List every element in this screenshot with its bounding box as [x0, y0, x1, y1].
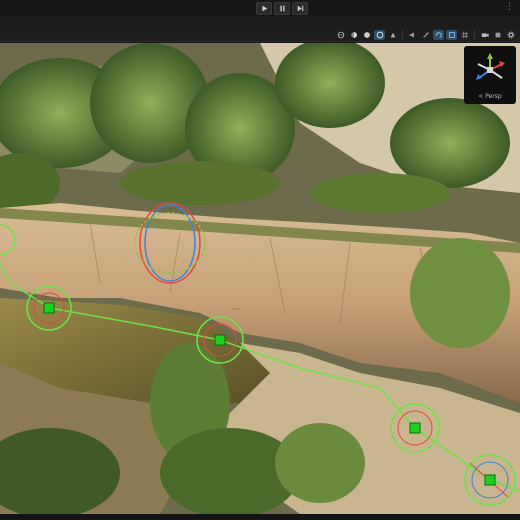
pause-icon: [279, 5, 285, 12]
sphere-icon[interactable]: [361, 30, 372, 40]
camera-icon[interactable]: [479, 30, 490, 40]
gizmo-toggle-icon[interactable]: [492, 30, 503, 40]
play-controls: [256, 2, 308, 15]
path-node[interactable]: [390, 403, 440, 453]
toolbar-divider: [402, 30, 403, 39]
snap-icon[interactable]: [446, 29, 457, 40]
svg-text:•••: •••: [232, 307, 241, 313]
step-icon: [297, 5, 303, 12]
effects-icon[interactable]: [387, 30, 398, 40]
lit-icon[interactable]: [348, 30, 359, 40]
play-button[interactable]: [256, 2, 272, 15]
toolbar-spacer: [0, 16, 520, 28]
toolbar-divider: [474, 30, 475, 39]
top-toolbar: ⋮: [0, 0, 520, 17]
unity-editor-window: ⋮ ••• < Persp: [0, 0, 520, 520]
path-node[interactable]: [26, 285, 72, 331]
pause-button[interactable]: [274, 2, 290, 15]
sky-icon[interactable]: [374, 29, 385, 40]
scene-orientation-gizmo[interactable]: < Persp: [464, 46, 516, 104]
axis-gizmo-icon: [476, 53, 505, 80]
scene-render: •••: [0, 43, 520, 514]
projection-toggle[interactable]: < Persp: [464, 93, 516, 100]
settings-icon[interactable]: [505, 30, 516, 40]
grid-icon[interactable]: [459, 30, 470, 40]
audio-icon[interactable]: [407, 30, 418, 40]
scene-viewport[interactable]: ••• < Persp: [0, 43, 520, 514]
play-icon: [261, 5, 267, 12]
rotate-tool-icon[interactable]: [433, 29, 444, 40]
viewport-toolbar: [0, 28, 520, 42]
bottom-border: [0, 514, 520, 520]
move-tool-icon[interactable]: [420, 30, 431, 40]
step-button[interactable]: [292, 2, 308, 15]
global-icon[interactable]: [335, 30, 346, 40]
overflow-menu-icon[interactable]: ⋮: [505, 2, 514, 12]
path-node[interactable]: [464, 454, 516, 506]
